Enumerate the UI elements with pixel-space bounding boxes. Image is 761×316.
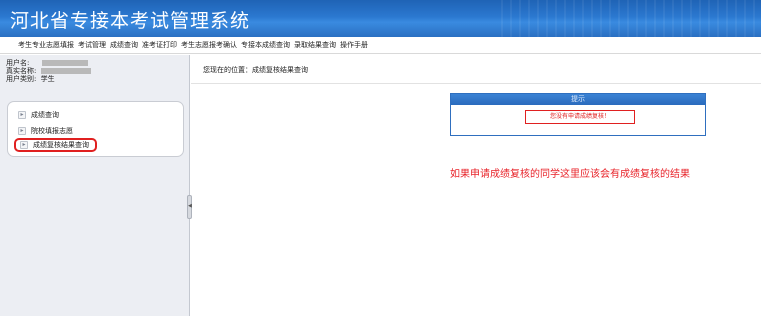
nav-item-exam-management[interactable]: 考试管理	[78, 40, 106, 50]
nav-item-score-query[interactable]: 成绩查询	[110, 40, 138, 50]
result-panel-header: 提示	[451, 94, 705, 105]
top-nav: 考生专业志愿填报 考试管理 成绩查询 准考证打印 考生志愿报考确认 专接本成绩查…	[0, 37, 761, 54]
chevron-right-icon: ▸	[18, 111, 26, 119]
app-title: 河北省专接本考试管理系统	[10, 10, 251, 32]
chevron-right-icon: ▸	[18, 127, 26, 135]
real-name-label: 真实名称:	[6, 67, 37, 75]
user-role-value: 学生	[40, 75, 55, 83]
sidebar-menu: ▸ 成绩查询 ▸ 院校填报志愿 ▸ 成绩复核结果查询	[7, 101, 184, 157]
sidebar-collapse-handle[interactable]: ◀	[187, 195, 192, 219]
user-role-label: 用户类别:	[6, 75, 37, 83]
annotation-note: 如果申请成绩复核的同学这里应该会有成绩复核的结果	[450, 169, 690, 180]
nav-item-admission-ticket[interactable]: 准考证打印	[142, 40, 177, 50]
user-name-label: 用户名:	[6, 59, 30, 67]
redacted-username	[41, 60, 88, 66]
sidebar-item-volunteer[interactable]: ▸ 院校填报志愿	[18, 126, 73, 136]
nav-item-volunteer-confirm[interactable]: 考生志愿报考确认	[181, 40, 237, 50]
nav-item-zjb-score-query[interactable]: 专接本成绩查询	[241, 40, 290, 50]
nav-item-manual[interactable]: 操作手册	[340, 40, 368, 50]
user-role-row: 用户类别: 学生	[6, 75, 91, 83]
chevron-right-icon: ▸	[20, 141, 28, 149]
sidebar-item-score-query[interactable]: ▸ 成绩查询	[18, 110, 59, 120]
result-message: 您没有申请成绩复核！	[525, 110, 635, 124]
nav-item-admission-result[interactable]: 录取结果查询	[294, 40, 336, 50]
sidebar-item-label: 成绩查询	[31, 111, 59, 119]
breadcrumb: 您现在的位置：成绩复核结果查询	[203, 66, 308, 74]
banner-decoration	[501, 0, 761, 37]
divider	[191, 83, 761, 84]
result-panel: 提示 您没有申请成绩复核！	[450, 93, 706, 136]
user-info: 用户名: 真实名称: 用户类别: 学生	[6, 59, 91, 83]
user-name-row: 用户名:	[6, 59, 91, 67]
real-name-row: 真实名称:	[6, 67, 91, 75]
left-sidebar: 用户名: 真实名称: 用户类别: 学生 ▸ 成绩查询 ▸ 院校填报志愿 ▸ 成绩…	[0, 55, 190, 316]
sidebar-item-review-result[interactable]: ▸ 成绩复核结果查询	[14, 138, 97, 152]
header-banner: 河北省专接本考试管理系统	[0, 0, 761, 37]
nav-item-volunteer-fill[interactable]: 考生专业志愿填报	[18, 40, 74, 50]
redacted-real-name	[40, 68, 91, 74]
nav-list: 考生专业志愿填报 考试管理 成绩查询 准考证打印 考生志愿报考确认 专接本成绩查…	[18, 40, 368, 50]
sidebar-item-label: 院校填报志愿	[31, 127, 73, 135]
sidebar-item-label: 成绩复核结果查询	[33, 141, 89, 149]
